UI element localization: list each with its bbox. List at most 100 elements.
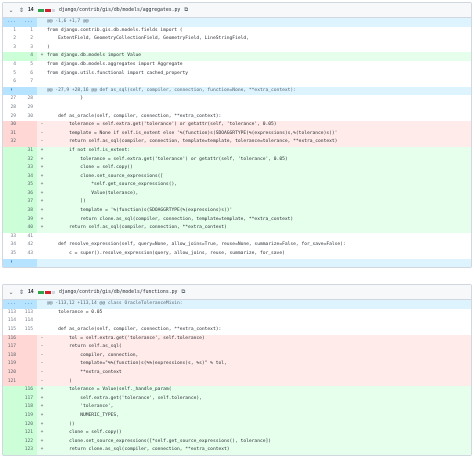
old-line-number[interactable]: 32: [3, 138, 20, 147]
new-line-number[interactable]: 114: [20, 317, 37, 326]
old-line-number[interactable]: [3, 437, 20, 447]
new-line-number[interactable]: [20, 351, 37, 361]
old-line-number[interactable]: 117: [3, 343, 20, 352]
new-line-number[interactable]: 43: [20, 250, 37, 259]
new-line-number[interactable]: 120: [20, 420, 37, 430]
old-line-number[interactable]: [3, 189, 20, 199]
new-line-number[interactable]: 39: [20, 215, 37, 225]
old-line-number[interactable]: [3, 394, 20, 404]
new-line-number[interactable]: 32: [20, 155, 37, 165]
old-line-number[interactable]: 27: [3, 95, 20, 104]
old-line-number[interactable]: 34: [3, 241, 20, 251]
unfold-icon[interactable]: ⇕: [19, 289, 24, 296]
old-line-number[interactable]: 116: [3, 334, 20, 344]
old-line-number[interactable]: [3, 446, 20, 455]
new-line-number[interactable]: [20, 86, 37, 96]
chevron-down-icon[interactable]: ⌄: [7, 7, 15, 14]
new-line-number[interactable]: 41: [20, 232, 37, 242]
new-line-number[interactable]: [20, 343, 37, 352]
new-line-number[interactable]: 115: [20, 326, 37, 335]
copy-icon[interactable]: ⧉: [184, 7, 188, 14]
new-line-number[interactable]: 118: [20, 403, 37, 412]
new-line-number[interactable]: 34: [20, 172, 37, 182]
new-line-number[interactable]: ...: [20, 300, 37, 309]
new-line-number[interactable]: 33: [20, 164, 37, 173]
old-line-number[interactable]: 30: [3, 121, 20, 130]
old-line-number[interactable]: [3, 198, 20, 208]
old-line-number[interactable]: [3, 224, 20, 233]
new-line-number[interactable]: 1: [20, 26, 37, 36]
new-line-number[interactable]: 119: [20, 411, 37, 421]
old-line-number[interactable]: [3, 429, 20, 438]
old-line-number[interactable]: 29: [3, 112, 20, 122]
new-line-number[interactable]: 2: [20, 35, 37, 44]
old-line-number[interactable]: 119: [3, 360, 20, 369]
new-line-number[interactable]: 30: [20, 112, 37, 122]
new-line-number[interactable]: 6: [20, 69, 37, 79]
old-line-number[interactable]: [3, 403, 20, 412]
new-line-number[interactable]: 42: [20, 241, 37, 251]
old-line-number[interactable]: [3, 172, 20, 182]
new-line-number[interactable]: [20, 138, 37, 147]
old-line-number[interactable]: 120: [3, 368, 20, 378]
old-line-number[interactable]: 121: [3, 377, 20, 387]
expand-up-icon[interactable]: ...: [3, 18, 20, 27]
new-line-number[interactable]: ...: [20, 18, 37, 27]
file-path-link[interactable]: django/contrib/gis/db/models/aggregates.…: [59, 8, 180, 13]
old-line-number[interactable]: [3, 386, 20, 395]
old-line-number[interactable]: 28: [3, 103, 20, 113]
old-line-number[interactable]: 35: [3, 250, 20, 259]
new-line-number[interactable]: 36: [20, 189, 37, 199]
new-line-number[interactable]: [20, 121, 37, 130]
old-line-number[interactable]: [3, 164, 20, 173]
copy-icon[interactable]: ⧉: [181, 289, 185, 296]
new-line-number[interactable]: 28: [20, 95, 37, 104]
new-line-number[interactable]: 4: [20, 52, 37, 61]
old-line-number[interactable]: 4: [3, 60, 20, 70]
new-line-number[interactable]: 117: [20, 394, 37, 404]
new-line-number[interactable]: 38: [20, 207, 37, 216]
old-line-number[interactable]: [3, 207, 20, 216]
old-line-number[interactable]: [3, 215, 20, 225]
new-line-number[interactable]: 7: [20, 78, 37, 87]
old-line-number[interactable]: 3: [3, 43, 20, 53]
old-line-number[interactable]: [3, 420, 20, 430]
new-line-number[interactable]: 3: [20, 43, 37, 53]
expand-up-icon[interactable]: ...: [3, 300, 20, 309]
expand-up-icon[interactable]: ⬍: [3, 258, 20, 268]
new-line-number[interactable]: 40: [20, 224, 37, 233]
old-line-number[interactable]: [3, 411, 20, 421]
new-line-number[interactable]: [20, 377, 37, 387]
old-line-number[interactable]: [3, 155, 20, 165]
new-line-number[interactable]: 35: [20, 181, 37, 190]
old-line-number[interactable]: 113: [3, 308, 20, 318]
expand-up-icon[interactable]: ⬍: [3, 86, 20, 96]
old-line-number[interactable]: [3, 146, 20, 156]
new-line-number[interactable]: 31: [20, 146, 37, 156]
old-line-number[interactable]: 1: [3, 26, 20, 36]
old-line-number[interactable]: 6: [3, 78, 20, 87]
old-line-number[interactable]: 115: [3, 326, 20, 335]
new-line-number[interactable]: 122: [20, 437, 37, 447]
new-line-number[interactable]: [20, 360, 37, 369]
old-line-number[interactable]: [3, 181, 20, 190]
new-line-number[interactable]: 5: [20, 60, 37, 70]
chevron-down-icon[interactable]: ⌄: [7, 289, 15, 296]
new-line-number[interactable]: 29: [20, 103, 37, 113]
file-path-link[interactable]: django/contrib/gis/db/models/functions.p…: [59, 290, 177, 295]
new-line-number[interactable]: 116: [20, 386, 37, 395]
new-line-number[interactable]: 37: [20, 198, 37, 208]
old-line-number[interactable]: 5: [3, 69, 20, 79]
new-line-number[interactable]: 121: [20, 429, 37, 438]
new-line-number[interactable]: [20, 368, 37, 378]
old-line-number[interactable]: [3, 52, 20, 61]
old-line-number[interactable]: 118: [3, 351, 20, 361]
old-line-number[interactable]: 114: [3, 317, 20, 326]
old-line-number[interactable]: 2: [3, 35, 20, 44]
old-line-number[interactable]: 33: [3, 232, 20, 242]
new-line-number[interactable]: 113: [20, 308, 37, 318]
unfold-icon[interactable]: ⇕: [19, 7, 24, 14]
new-line-number[interactable]: [20, 129, 37, 139]
new-line-number[interactable]: 123: [20, 446, 37, 455]
old-line-number[interactable]: 31: [3, 129, 20, 139]
